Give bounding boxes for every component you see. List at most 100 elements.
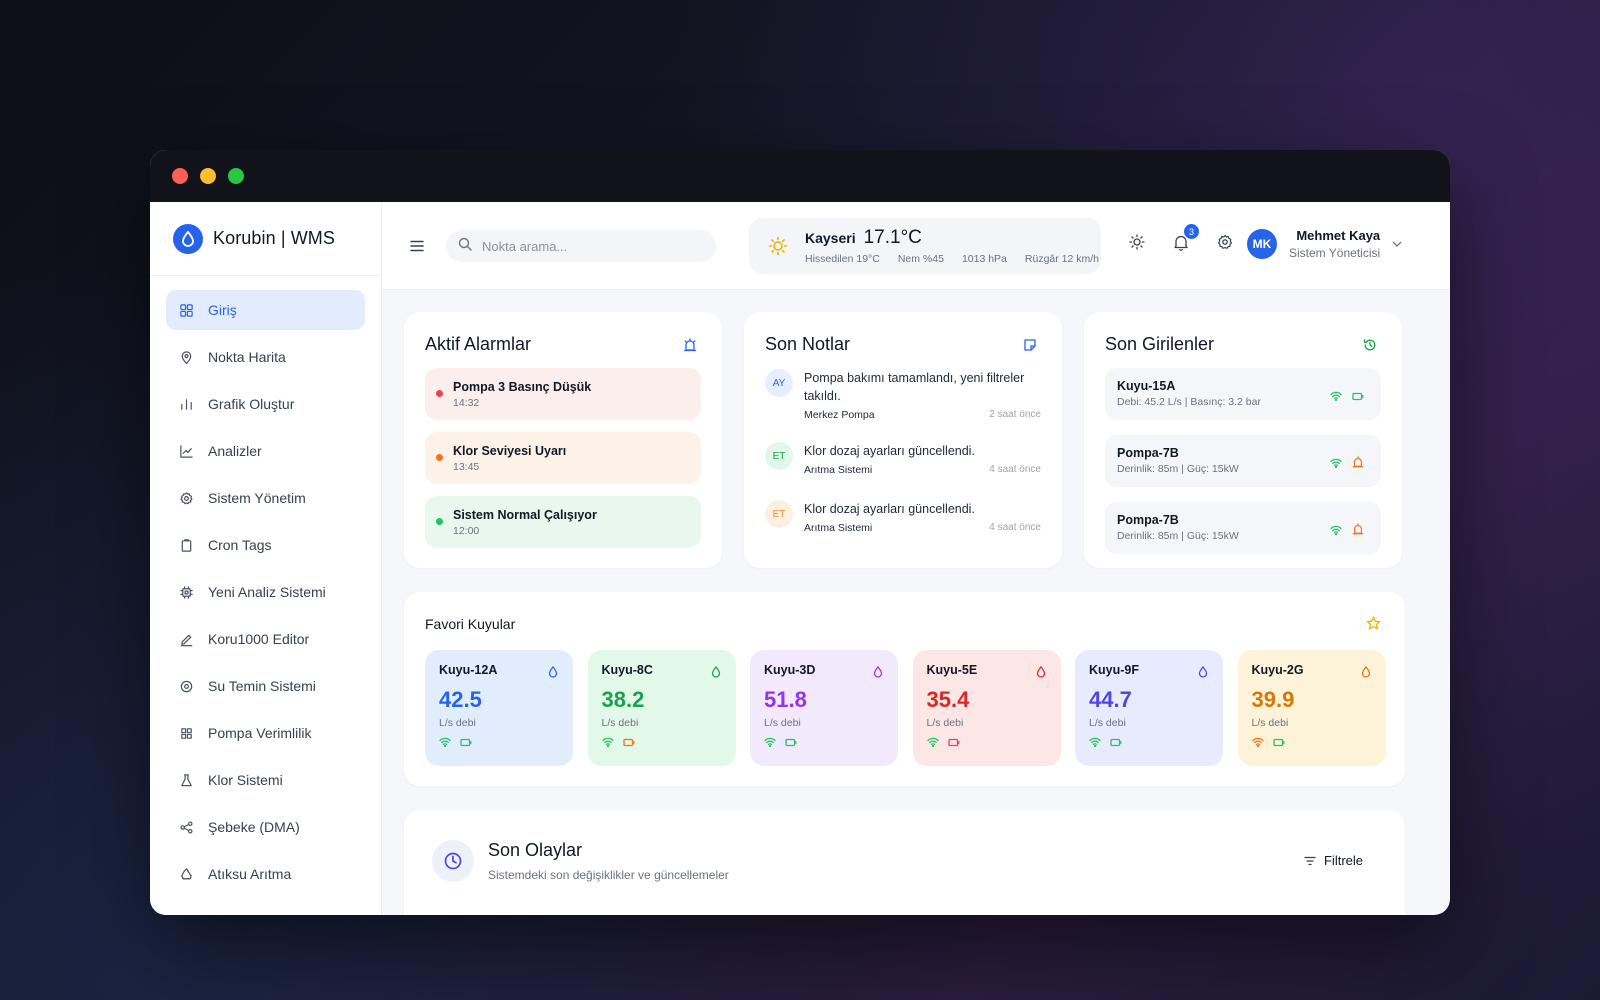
wifi-icon xyxy=(601,734,614,752)
weather-city: Kayseri xyxy=(805,230,856,246)
flask-icon xyxy=(178,772,194,788)
recent-events-card: Son Olaylar Sistemdeki son değişiklikler… xyxy=(404,810,1405,915)
close-window-button[interactable] xyxy=(172,168,188,184)
sidebar-item-1[interactable]: Giriş xyxy=(166,290,365,330)
wifi-icon xyxy=(1251,734,1264,752)
line-chart-icon xyxy=(178,443,194,459)
sidebar-item-label: Klor Sistemi xyxy=(208,772,283,788)
sidebar-item-8[interactable]: Koru1000 Editor xyxy=(166,619,365,659)
search-box xyxy=(446,230,716,262)
well-flow-value: 51.8 xyxy=(764,687,807,712)
note-source: Arıtma Sistemi xyxy=(804,522,873,534)
network-icon xyxy=(178,819,194,835)
map-pin-icon xyxy=(178,349,194,365)
history-icon[interactable] xyxy=(1362,337,1378,353)
recent-entry-item[interactable]: Kuyu-15A Debi: 45.2 L/s | Basınç: 3.2 bar xyxy=(1105,368,1381,420)
sidebar-item-label: Grafik Oluştur xyxy=(208,396,295,412)
sidebar-item-label: Koru1000 Editor xyxy=(208,631,310,647)
wifi-icon xyxy=(1330,522,1342,540)
alarm-time: 14:32 xyxy=(453,397,480,409)
note-time: 2 saat önce xyxy=(989,409,1041,420)
favorite-well-card[interactable]: Kuyu-12A 42.5 L/s debi xyxy=(425,650,573,766)
active-alarms-card: Aktif Alarmlar Pompa 3 Basınç Düşük 14:32… xyxy=(404,312,722,568)
alarm-item[interactable]: Pompa 3 Basınç Düşük 14:32 xyxy=(425,368,701,420)
wifi-icon xyxy=(764,734,776,752)
sidebar-item-10[interactable]: Pompa Verimlilik xyxy=(166,713,365,753)
water-drop-icon xyxy=(1361,665,1371,683)
alarm-item[interactable]: Klor Seviyesi Uyarı 13:45 xyxy=(425,432,701,484)
sidebar-item-6[interactable]: Cron Tags xyxy=(166,525,365,565)
chevron-down-icon xyxy=(1392,241,1402,247)
search-input[interactable] xyxy=(482,238,682,254)
user-menu[interactable]: MK Mehmet Kaya Sistem Yöneticisi xyxy=(1247,228,1402,260)
alarm-title: Sistem Normal Çalışıyor xyxy=(453,508,597,522)
filter-button[interactable]: Filtrele xyxy=(1304,853,1363,868)
sidebar-item-label: Pompa Verimlilik xyxy=(208,725,312,741)
clock-icon xyxy=(432,840,474,882)
brand[interactable]: Korubin | WMS xyxy=(150,202,381,276)
settings-gear-icon[interactable] xyxy=(1215,232,1235,252)
alarm-item[interactable]: Sistem Normal Çalışıyor 12:00 xyxy=(425,496,701,548)
clipboard-icon xyxy=(178,537,194,553)
well-flow-value: 42.5 xyxy=(439,687,482,712)
note-source: Merkez Pompa xyxy=(804,409,875,421)
card-subtitle: Sistemdeki son değişiklikler ve güncelle… xyxy=(488,868,729,882)
sidebar-item-5[interactable]: Sistem Yönetim xyxy=(166,478,365,518)
grid-small-icon xyxy=(178,725,194,741)
recent-entry-item[interactable]: Pompa-7B Derinlik: 85m | Güç: 15kW xyxy=(1105,502,1381,554)
favorite-well-card[interactable]: Kuyu-5E 35.4 L/s debi xyxy=(912,650,1061,766)
user-role: Sistem Yöneticisi xyxy=(1289,246,1381,260)
filter-label: Filtrele xyxy=(1323,853,1363,868)
water-drop-icon xyxy=(873,665,883,683)
favorite-well-card[interactable]: Kuyu-3D 51.8 L/s debi xyxy=(750,650,898,766)
recent-entry-item[interactable]: Pompa-7B Derinlik: 85m | Güç: 15kW xyxy=(1105,435,1381,487)
wifi-icon xyxy=(1089,734,1101,752)
card-title: Son Notlar xyxy=(765,334,851,354)
sidebar-item-9[interactable]: Su Temin Sistemi xyxy=(166,666,365,706)
water-drop-icon xyxy=(1198,665,1208,683)
target-icon xyxy=(178,678,194,694)
notifications-bell-icon[interactable]: 3 xyxy=(1171,224,1199,252)
app-title: Korubin | WMS xyxy=(213,228,336,248)
note-time: 4 saat önce xyxy=(989,522,1041,533)
maximize-window-button[interactable] xyxy=(228,168,244,184)
sidebar-item-label: Yeni Analiz Sistemi xyxy=(208,584,326,600)
sidebar-item-label: Sistem Yönetim xyxy=(208,490,306,506)
well-flow-unit: L/s debi xyxy=(764,717,801,729)
sidebar-item-13[interactable]: Atıksu Arıtma xyxy=(166,854,365,894)
sidebar-item-2[interactable]: Nokta Harita xyxy=(166,337,365,377)
favorite-well-card[interactable]: Kuyu-8C 38.2 L/s debi xyxy=(587,650,736,766)
favorite-well-card[interactable]: Kuyu-9F 44.7 L/s debi xyxy=(1075,650,1223,766)
sidebar-item-label: Su Temin Sistemi xyxy=(208,678,316,694)
alarm-title: Pompa 3 Basınç Düşük xyxy=(453,380,592,394)
siren-icon[interactable] xyxy=(682,337,698,353)
wifi-icon xyxy=(439,734,451,752)
recycle-icon xyxy=(178,866,194,882)
sidebar-item-7[interactable]: Yeni Analiz Sistemi xyxy=(166,572,365,612)
minimize-window-button[interactable] xyxy=(200,168,216,184)
grid-icon xyxy=(178,302,194,318)
bar-chart-icon xyxy=(178,396,194,412)
menu-icon[interactable] xyxy=(410,238,430,254)
favorite-well-card[interactable]: Kuyu-2G 39.9 L/s debi xyxy=(1237,650,1386,766)
sidebar-item-12[interactable]: Şebeke (DMA) xyxy=(166,807,365,847)
star-icon[interactable] xyxy=(1366,616,1381,631)
alarm-status-dot xyxy=(436,518,443,525)
note-text: Pompa bakımı tamamlandı, yeni filtreler … xyxy=(804,371,1025,403)
siren-icon xyxy=(1352,455,1364,473)
weather-wind: Rüzgâr 12 km/h xyxy=(1024,253,1100,265)
water-drop-icon xyxy=(711,665,721,683)
pencil-icon xyxy=(178,631,194,647)
sidebar-item-4[interactable]: Analizler xyxy=(166,431,365,471)
avatar: MK xyxy=(1247,229,1277,259)
weather-widget: Kayseri 17.1°C Hissedilen 19°C Nem %45 1… xyxy=(749,218,1101,274)
sidebar-item-3[interactable]: Grafik Oluştur xyxy=(166,384,365,424)
sticky-note-icon[interactable] xyxy=(1022,337,1038,353)
sidebar-item-label: Cron Tags xyxy=(208,537,272,553)
wifi-icon xyxy=(926,734,939,752)
theme-toggle-sun-icon[interactable] xyxy=(1127,232,1147,252)
sidebar-item-11[interactable]: Klor Sistemi xyxy=(166,760,365,800)
top-bar-actions: 3 xyxy=(1127,224,1235,252)
card-title: Aktif Alarmlar xyxy=(425,334,532,354)
filter-icon xyxy=(1304,856,1316,866)
